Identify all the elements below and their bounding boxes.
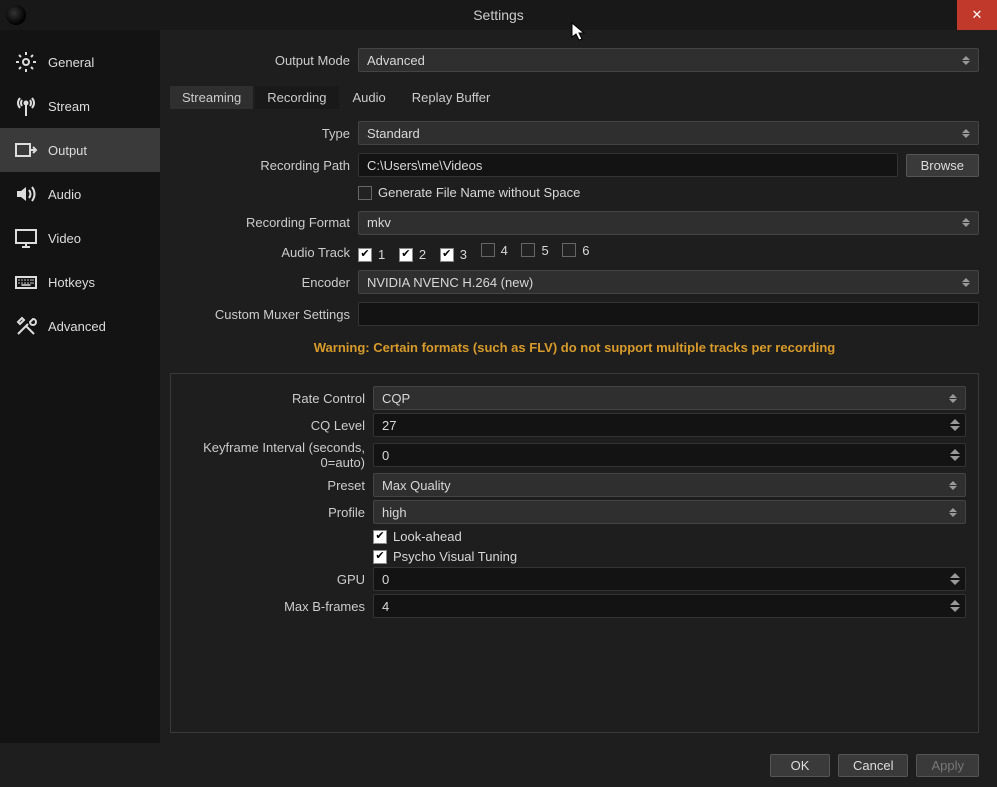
sidebar-item-stream[interactable]: Stream [0, 84, 160, 128]
lookahead-checkbox[interactable]: ✔Look-ahead [373, 529, 462, 544]
encoder-settings-panel: Rate Control CQP CQ Level 27 Keyframe In… [170, 373, 979, 733]
format-warning-text: Warning: Certain formats (such as FLV) d… [170, 340, 979, 355]
recording-path-input[interactable]: C:\Users\me\Videos [358, 153, 898, 177]
close-button[interactable]: ✕ [957, 0, 997, 30]
cq-level-label: CQ Level [175, 418, 365, 433]
keyframe-interval-label: Keyframe Interval (seconds, 0=auto) [175, 440, 365, 470]
audio-track-4-checkbox[interactable]: 4 [481, 243, 508, 258]
audio-track-3-checkbox[interactable]: ✔3 [440, 247, 467, 262]
tab-audio[interactable]: Audio [341, 86, 398, 109]
sidebar-item-label: General [48, 55, 94, 70]
sidebar-item-audio[interactable]: Audio [0, 172, 160, 216]
speaker-icon [14, 182, 38, 206]
encoder-select[interactable]: NVIDIA NVENC H.264 (new) [358, 270, 979, 294]
recording-format-select[interactable]: mkv [358, 211, 979, 235]
chevron-updown-icon [958, 49, 974, 71]
cq-level-spinbox[interactable]: 27 [373, 413, 966, 437]
dialog-footer: OK Cancel Apply [0, 743, 997, 787]
sidebar-item-label: Advanced [48, 319, 106, 334]
gen-filename-nospace-checkbox[interactable]: Generate File Name without Space [358, 185, 580, 200]
gpu-spinbox[interactable]: 0 [373, 567, 966, 591]
audio-track-group: ✔1 ✔2 ✔3 4 5 6 [358, 243, 979, 263]
audio-track-6-checkbox[interactable]: 6 [562, 243, 589, 258]
profile-select[interactable]: high [373, 500, 966, 524]
cancel-button[interactable]: Cancel [838, 754, 908, 777]
apply-button[interactable]: Apply [916, 754, 979, 777]
window-title: Settings [0, 7, 997, 23]
sidebar-item-label: Stream [48, 99, 90, 114]
tab-replay-buffer[interactable]: Replay Buffer [400, 86, 503, 109]
audio-track-label: Audio Track [170, 245, 350, 260]
browse-button[interactable]: Browse [906, 154, 979, 177]
sidebar-item-video[interactable]: Video [0, 216, 160, 260]
preset-label: Preset [175, 478, 365, 493]
output-mode-label: Output Mode [170, 53, 350, 68]
ok-button[interactable]: OK [770, 754, 830, 777]
rate-control-select[interactable]: CQP [373, 386, 966, 410]
tab-streaming[interactable]: Streaming [170, 86, 253, 109]
max-bframes-label: Max B-frames [175, 599, 365, 614]
sidebar-item-label: Hotkeys [48, 275, 95, 290]
recording-format-label: Recording Format [170, 215, 350, 230]
preset-select[interactable]: Max Quality [373, 473, 966, 497]
muxer-label: Custom Muxer Settings [170, 307, 350, 322]
type-label: Type [170, 126, 350, 141]
tab-recording[interactable]: Recording [255, 86, 338, 109]
antenna-icon [14, 94, 38, 118]
encoder-label: Encoder [170, 275, 350, 290]
monitor-icon [14, 226, 38, 250]
sidebar-item-advanced[interactable]: Advanced [0, 304, 160, 348]
checkbox-icon [358, 186, 372, 200]
output-tabs: Streaming Recording Audio Replay Buffer [170, 86, 979, 109]
sidebar-item-output[interactable]: Output [0, 128, 160, 172]
audio-track-2-checkbox[interactable]: ✔2 [399, 247, 426, 262]
muxer-input[interactable] [358, 302, 979, 326]
main-panel: Output Mode Advanced Streaming Recording… [160, 30, 997, 743]
sidebar-item-label: Audio [48, 187, 81, 202]
sidebar-item-label: Output [48, 143, 87, 158]
tools-icon [14, 314, 38, 338]
sidebar-item-general[interactable]: General [0, 40, 160, 84]
audio-track-1-checkbox[interactable]: ✔1 [358, 247, 385, 262]
recording-path-label: Recording Path [170, 158, 350, 173]
output-mode-select[interactable]: Advanced [358, 48, 979, 72]
sidebar: General Stream Output Audio Video Hotkey… [0, 30, 160, 743]
close-icon: ✕ [972, 7, 983, 23]
rate-control-label: Rate Control [175, 391, 365, 406]
sidebar-item-hotkeys[interactable]: Hotkeys [0, 260, 160, 304]
output-icon [14, 138, 38, 162]
titlebar: Settings ✕ [0, 0, 997, 30]
max-bframes-spinbox[interactable]: 4 [373, 594, 966, 618]
keyboard-icon [14, 270, 38, 294]
gear-icon [14, 50, 38, 74]
keyframe-interval-spinbox[interactable]: 0 [373, 443, 966, 467]
gpu-label: GPU [175, 572, 365, 587]
sidebar-item-label: Video [48, 231, 81, 246]
audio-track-5-checkbox[interactable]: 5 [521, 243, 548, 258]
psycho-visual-checkbox[interactable]: ✔Psycho Visual Tuning [373, 549, 517, 564]
type-select[interactable]: Standard [358, 121, 979, 145]
profile-label: Profile [175, 505, 365, 520]
